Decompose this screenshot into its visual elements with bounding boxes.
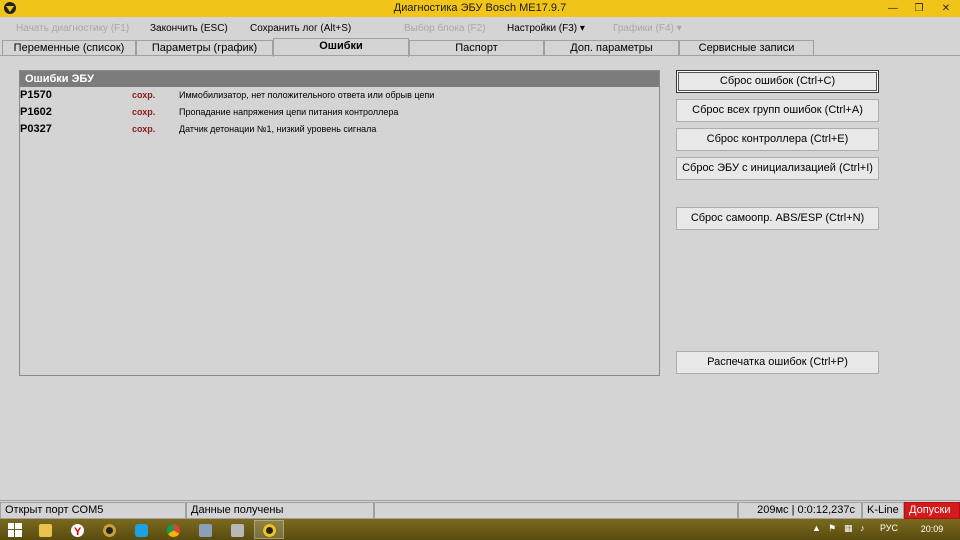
status-timing: 209мс | 0:0:12,237с — [738, 502, 862, 519]
tab-passport[interactable]: Паспорт — [409, 40, 544, 56]
tray-volume-icon[interactable]: ♪ — [860, 523, 865, 533]
tray-arrow-icon[interactable]: ▲ — [812, 523, 821, 533]
media-player-icon[interactable] — [94, 520, 124, 539]
error-description: Датчик детонации №1, низкий уровень сигн… — [179, 124, 377, 134]
error-row[interactable]: P1602 сохр. Пропадание напряжения цепи п… — [20, 104, 659, 121]
status-tolerances[interactable]: Допуски — [904, 502, 960, 519]
panel-header: Ошибки ЭБУ — [20, 71, 659, 87]
error-code: P1602 — [20, 106, 52, 118]
diagnostics-app-icon[interactable] — [254, 520, 284, 539]
skype-icon[interactable] — [126, 520, 156, 539]
reset-controller-button[interactable]: Сброс контроллера (Ctrl+E) — [676, 128, 879, 151]
svg-text:Y: Y — [74, 526, 82, 537]
error-state: сохр. — [132, 107, 156, 117]
taskbar: Y ▲ ⚑ ▦ ♪ РУС 20:09 — [0, 519, 960, 540]
reset-abs-esp-button[interactable]: Сброс самоопр. ABS/ESP (Ctrl+N) — [676, 207, 879, 230]
menu-start-diagnostics[interactable]: Начать диагностику (F1) — [16, 23, 129, 34]
reset-ecu-init-button[interactable]: Сброс ЭБУ с инициализацией (Ctrl+I) — [676, 157, 879, 180]
menu-save-log[interactable]: Сохранить лог (Alt+S) — [250, 23, 351, 34]
tray-flag-icon[interactable]: ⚑ — [828, 523, 836, 534]
tray-clock[interactable]: 20:09 — [912, 524, 952, 534]
status-protocol: K-Line — [862, 502, 904, 519]
windows-start-icon[interactable] — [8, 523, 22, 537]
menu-select-block[interactable]: Выбор блока (F2) — [404, 23, 486, 34]
yandex-browser-icon[interactable]: Y — [62, 520, 92, 539]
tray-language[interactable]: РУС — [880, 523, 898, 533]
error-code: P0327 — [20, 123, 52, 135]
menu-graphs[interactable]: Графики (F4) ▾ — [613, 23, 682, 34]
tab-extra-params[interactable]: Доп. параметры — [544, 40, 679, 56]
tray-network-icon[interactable]: ▦ — [844, 523, 853, 534]
menu-settings[interactable]: Настройки (F3) ▾ — [507, 23, 585, 34]
error-state: сохр. — [132, 90, 156, 100]
ecu-errors-panel: Ошибки ЭБУ P1570 сохр. Иммобилизатор, не… — [19, 70, 660, 376]
menu-finish[interactable]: Закончить (ESC) — [150, 23, 228, 34]
error-state: сохр. — [132, 124, 156, 134]
error-description: Иммобилизатор, нет положительного ответа… — [179, 90, 435, 100]
scanner-icon[interactable] — [222, 520, 252, 539]
menu-bar: Начать диагностику (F1) Закончить (ESC) … — [0, 17, 960, 40]
error-code: P1570 — [20, 89, 52, 101]
tab-variables-list[interactable]: Переменные (список) — [2, 40, 136, 56]
reset-errors-button[interactable]: Сброс ошибок (Ctrl+C) — [676, 70, 879, 93]
tab-divider — [0, 55, 960, 56]
print-errors-button[interactable]: Распечатка ошибок (Ctrl+P) — [676, 351, 879, 374]
reset-all-groups-button[interactable]: Сброс всех групп ошибок (Ctrl+A) — [676, 99, 879, 122]
close-button[interactable]: ✕ — [932, 0, 960, 17]
tab-strip: Переменные (список) Параметры (график) О… — [0, 38, 960, 57]
network-tool-icon[interactable] — [190, 520, 220, 539]
tab-service-records[interactable]: Сервисные записи — [679, 40, 814, 56]
window-title: Диагностика ЭБУ Bosch ME17.9.7 — [393, 2, 567, 14]
status-empty — [374, 502, 738, 519]
status-data: Данные получены — [186, 502, 374, 519]
error-row[interactable]: P0327 сохр. Датчик детонации №1, низкий … — [20, 121, 659, 138]
error-description: Пропадание напряжения цепи питания контр… — [179, 107, 399, 117]
tab-parameters-graph[interactable]: Параметры (график) — [136, 40, 273, 56]
chrome-icon[interactable] — [158, 520, 188, 539]
title-bar: Диагностика ЭБУ Bosch ME17.9.7 — ❐ ✕ — [0, 0, 960, 17]
error-row[interactable]: P1570 сохр. Иммобилизатор, нет положител… — [20, 87, 659, 104]
minimize-button[interactable]: — — [880, 0, 906, 17]
status-bar: Открыт порт COM5 Данные получены 209мс |… — [0, 500, 960, 519]
status-port: Открыт порт COM5 — [0, 502, 186, 519]
maximize-button[interactable]: ❐ — [906, 0, 932, 17]
file-explorer-icon[interactable] — [30, 520, 60, 539]
